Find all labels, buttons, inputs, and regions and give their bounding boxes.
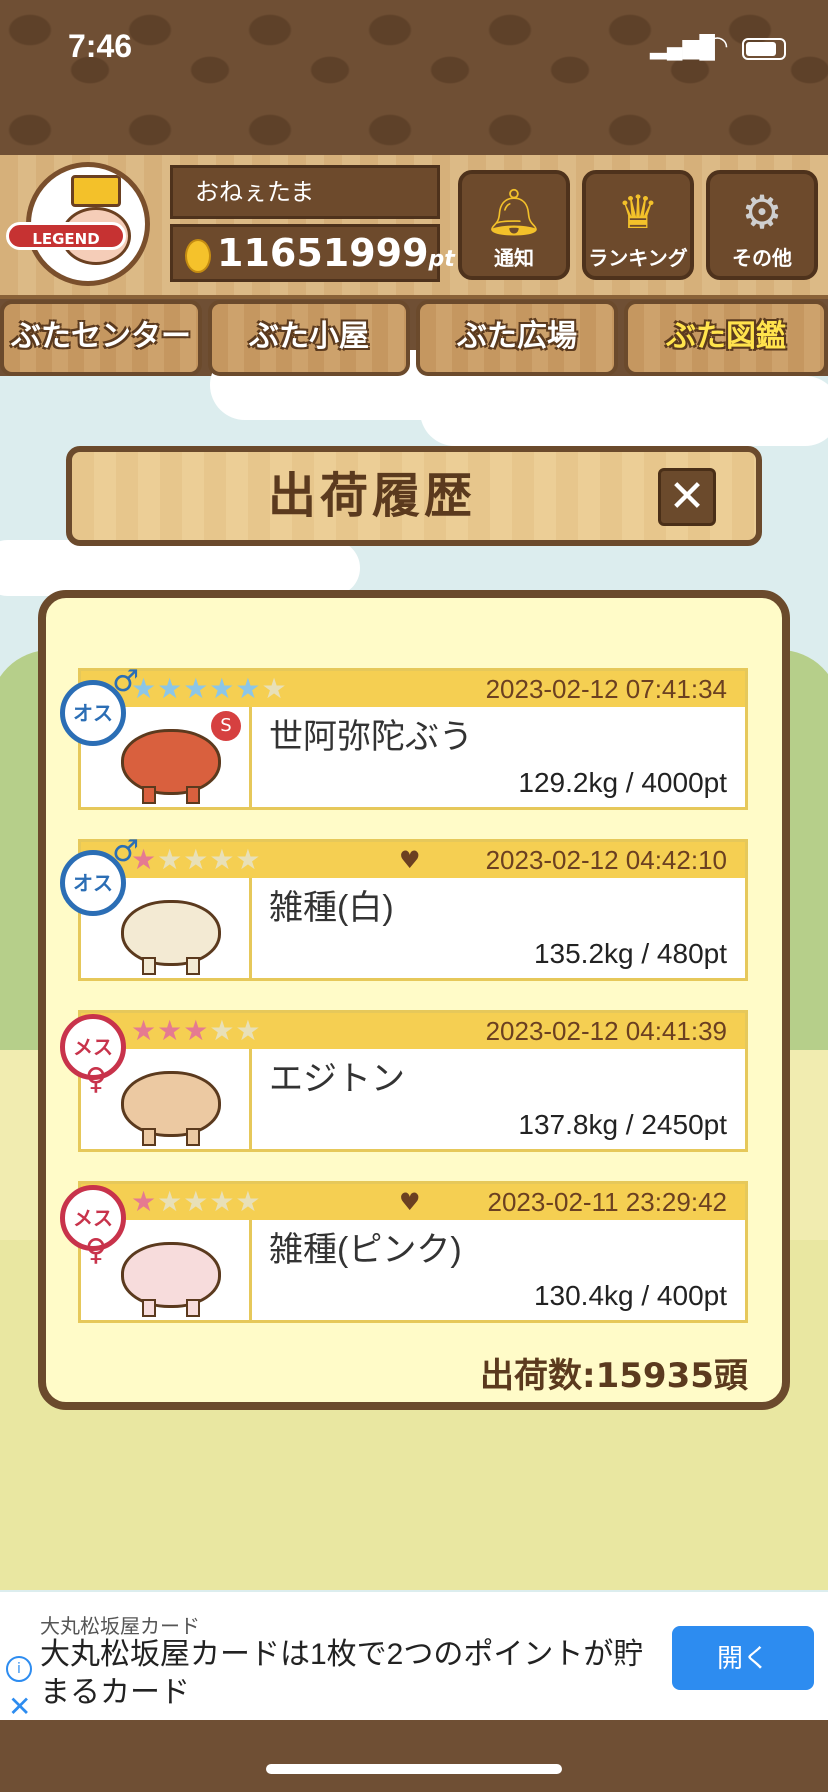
ad-close-icon[interactable]: ✕	[8, 1690, 31, 1723]
points-display: 11651999pt	[170, 224, 455, 282]
dialog-title: 出荷履歴	[267, 468, 476, 524]
history-entry[interactable]: ★★★★★ ♥ 2023-02-12 04:42:10 雑種(白) 135.2k…	[78, 839, 748, 981]
rarity-stars: ★★★★★	[131, 1185, 262, 1218]
rarity-stars: ★★★★★	[131, 1014, 262, 1047]
male-badge: オス ♂	[60, 667, 139, 746]
pig-weight-points: 135.2kg / 480pt	[533, 938, 727, 969]
pig-image	[121, 1242, 221, 1317]
home-indicator[interactable]	[266, 1764, 562, 1774]
top-background	[0, 0, 828, 160]
entry-timestamp: 2023-02-12 04:41:39	[485, 1016, 727, 1046]
cloud	[0, 540, 360, 596]
pig-weight-points: 129.2kg / 4000pt	[518, 767, 727, 798]
ad-open-button[interactable]: 開く	[672, 1626, 814, 1690]
entry-timestamp: 2023-02-11 23:29:42	[487, 1187, 728, 1217]
other-button[interactable]: ⚙ その他	[706, 170, 818, 280]
coin-icon	[185, 239, 211, 273]
history-entry[interactable]: ★★★★★★ 2023-02-12 07:41:34 S 世阿弥陀ぶう 129.…	[78, 668, 748, 810]
history-entry[interactable]: ★★★★★ 2023-02-12 04:41:39 エジトン 137.8kg /…	[78, 1010, 748, 1152]
close-button[interactable]: ✕	[658, 468, 716, 526]
ad-sponsor: 大丸松坂屋カード	[40, 1616, 200, 1638]
entry-timestamp: 2023-02-12 07:41:34	[485, 674, 727, 704]
gear-icon: ⚙	[741, 185, 783, 239]
heart-icon: ♥	[399, 846, 421, 874]
tab-buta-hiroba[interactable]: ぶた広場	[416, 300, 618, 376]
pig-weight-points: 130.4kg / 400pt	[533, 1280, 727, 1311]
notification-button[interactable]: 🔔︎ 通知	[458, 170, 570, 280]
pig-weight-points: 137.8kg / 2450pt	[518, 1109, 727, 1140]
status-time: 7:46	[68, 28, 133, 64]
tab-buta-center[interactable]: ぶたセンター	[0, 300, 202, 376]
bell-icon: 🔔︎	[484, 185, 544, 239]
pig-image	[121, 729, 221, 804]
crown-icon: ♛	[617, 185, 659, 239]
points-value: 11651999	[217, 231, 429, 275]
female-symbol-icon: ♀	[85, 1233, 107, 1268]
rarity-stars: ★★★★★★	[131, 672, 288, 705]
wifi-icon: ◠	[706, 30, 729, 60]
pig-name: 雑種(ピンク)	[269, 1231, 462, 1269]
crown-icon	[71, 175, 121, 207]
pig-name: 雑種(白)	[269, 889, 394, 927]
history-entry[interactable]: ★★★★★ ♥ 2023-02-11 23:29:42 雑種(ピンク) 130.…	[78, 1181, 748, 1323]
tab-buta-zukan[interactable]: ぶた図鑑	[624, 300, 828, 376]
male-badge: オス ♂	[60, 837, 139, 916]
pig-name: エジトン	[269, 1060, 405, 1098]
ad-text[interactable]: 大丸松坂屋カードは1枚で2つのポイントが貯まるカード	[40, 1636, 660, 1712]
ranking-button[interactable]: ♛ ランキング	[582, 170, 694, 280]
female-badge: メス ♀	[60, 1014, 126, 1095]
bottom-background	[0, 1720, 828, 1792]
male-symbol-icon: ♂	[112, 664, 139, 699]
shipment-count: 出荷数:15935頭	[480, 1356, 748, 1396]
pig-image	[121, 900, 221, 975]
legend-badge: LEGEND	[6, 222, 126, 250]
s-rank-ribbon-icon: S	[211, 711, 241, 741]
dialog-title-board: 出荷履歴 ✕	[66, 446, 762, 546]
pig-image	[121, 1071, 221, 1146]
tab-buta-koya[interactable]: ぶた小屋	[208, 300, 410, 376]
female-symbol-icon: ♀	[85, 1062, 107, 1097]
player-name: おねぇたま	[170, 165, 440, 219]
points-unit: pt	[428, 247, 455, 272]
entry-timestamp: 2023-02-12 04:42:10	[485, 845, 727, 875]
male-symbol-icon: ♂	[112, 834, 139, 869]
heart-icon: ♥	[399, 1188, 421, 1216]
info-icon[interactable]: i	[6, 1656, 32, 1682]
female-badge: メス ♀	[60, 1185, 126, 1266]
rarity-stars: ★★★★★	[131, 843, 262, 876]
battery-icon	[742, 38, 786, 60]
pig-name: 世阿弥陀ぶう	[269, 718, 473, 756]
cloud	[420, 376, 828, 446]
